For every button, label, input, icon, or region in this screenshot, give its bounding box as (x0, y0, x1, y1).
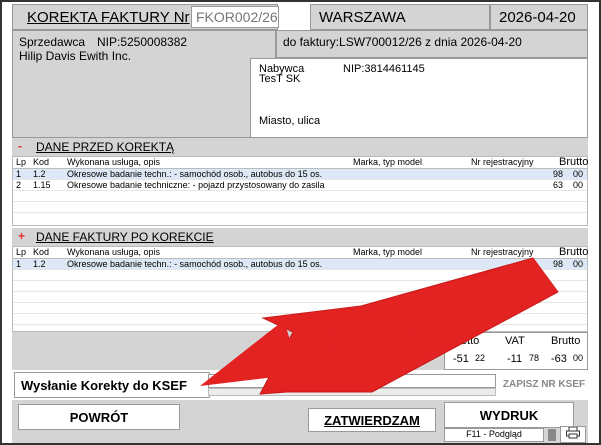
table-row (13, 191, 587, 202)
invoice-date: 2026-04-20 (490, 4, 588, 30)
row-lp: 2 (16, 180, 22, 190)
table-row (13, 303, 587, 314)
row-lp: 1 (16, 259, 22, 269)
seller-nip: NIP:5250008382 (97, 35, 188, 49)
col-rej: Nr rejestracyjny (471, 247, 534, 257)
buyer-address: Miasto, ulica (259, 115, 321, 127)
printer-icon[interactable] (560, 426, 586, 443)
minus-marker: - (18, 139, 22, 153)
col-kod: Kod (33, 157, 50, 167)
row-brutto-gr: 00 (573, 180, 584, 190)
ksef-label: Wysłanie Korekty do KSEF (14, 372, 210, 398)
action-bar: POWRÓT ZATWIERDZAM WYDRUK F11 - Podgląd (12, 400, 588, 443)
scroll-indicator (548, 429, 556, 441)
table-row[interactable]: 2 1.15 Okresowe badanie techniczne: - po… (13, 180, 587, 191)
section-after-header: + DANE FAKTURY PO KOREKCIE (12, 228, 588, 246)
row-kod: 1.2 (33, 169, 46, 179)
invoice-title: KOREKTA FAKTURY Nr (27, 9, 190, 26)
preview-button[interactable]: F11 - Podgląd (444, 428, 544, 442)
buyer-panel: Nabywca NIP:3814461145 TesT SK Miasto, u… (250, 58, 588, 138)
row-opis: Okresowe badanie techn.: - samochód osob… (67, 259, 323, 269)
table-row[interactable]: 1 1.2 Okresowe badanie techn.: - samochó… (13, 169, 587, 180)
row-brutto-zl: 63 (553, 180, 564, 190)
vat-gr: 78 (529, 353, 540, 363)
row-brutto-gr: 00 (573, 259, 584, 269)
invoice-city: WARSZAWA (310, 4, 490, 30)
table-row (13, 292, 587, 303)
brutto-zl: -63 (551, 353, 567, 365)
netto-zl: -51 (453, 353, 469, 365)
col-brutto: Brutto (559, 156, 589, 168)
back-button[interactable]: POWRÓT (18, 404, 180, 430)
ksef-number-input[interactable] (208, 374, 496, 388)
row-brutto-zl: 98 (553, 169, 564, 179)
row-brutto-gr: 00 (573, 169, 584, 179)
netto-label: Netto (453, 335, 480, 347)
items-before-table: Lp Kod Wykonana usługa, opis Marka, typ … (12, 156, 588, 226)
print-button[interactable]: WYDRUK (444, 402, 574, 428)
vat-label: VAT (505, 335, 525, 347)
table-row (13, 281, 587, 292)
ksef-panel: Wysłanie Korekty do KSEF ZAPISZ NR KSEF (12, 372, 588, 398)
confirm-button[interactable]: ZATWIERDZAM (308, 408, 436, 432)
row-kod: 1.15 (33, 180, 51, 190)
col-lp: Lp (16, 247, 27, 257)
invoice-title-bar: KOREKTA FAKTURY Nr FKOR002/26 (12, 4, 279, 30)
table-header: Lp Kod Wykonana usługa, opis Marka, typ … (13, 246, 589, 259)
col-kod: Kod (33, 247, 50, 257)
col-opis: Wykonana usługa, opis (67, 157, 160, 167)
invoice-number-field[interactable]: FKOR002/26 (191, 6, 279, 28)
items-after-table: Lp Kod Wykonana usługa, opis Marka, typ … (12, 246, 588, 332)
brutto-gr: 00 (573, 353, 584, 363)
totals-box: Netto VAT Brutto -51 22 -11 78 -63 00 (444, 332, 588, 370)
row-opis: Okresowe badanie techniczne: - pojazd pr… (67, 180, 325, 190)
table-header: Lp Kod Wykonana usługa, opis Marka, typ … (13, 156, 589, 169)
save-ksef-button[interactable]: ZAPISZ NR KSEF (500, 374, 588, 396)
plus-marker: + (18, 229, 26, 243)
row-lp: 1 (16, 169, 22, 179)
section-before-title: DANE PRZED KOREKTĄ (36, 140, 175, 154)
seller-name: Hilip Davis Ewith Inc. (19, 49, 132, 63)
buyer-name: TesT SK (259, 73, 301, 85)
table-row[interactable]: 1 1.2 Okresowe badanie techn.: - samochó… (13, 259, 587, 270)
buyer-nip: NIP:3814461145 (343, 63, 425, 75)
ksef-status-field (208, 388, 496, 396)
table-row (13, 202, 587, 213)
table-row (13, 314, 587, 325)
col-opis: Wykonana usługa, opis (67, 247, 160, 257)
col-marka: Marka, typ model (353, 247, 423, 257)
col-brutto: Brutto (559, 246, 589, 258)
section-before-header: - DANE PRZED KOREKTĄ (12, 138, 588, 156)
totals-panel: Netto VAT Brutto -51 22 -11 78 -63 00 (12, 332, 588, 370)
original-invoice-reference: do faktury:LSW700012/26 z dnia 2026-04-2… (276, 30, 588, 58)
row-brutto-zl: 98 (553, 259, 564, 269)
col-marka: Marka, typ model (353, 157, 423, 167)
brutto-label: Brutto (551, 335, 581, 347)
col-lp: Lp (16, 157, 27, 167)
seller-panel: Sprzedawca NIP:5250008382 Hilip Davis Ew… (12, 30, 276, 138)
netto-gr: 22 (475, 353, 486, 363)
section-after-title: DANE FAKTURY PO KOREKCIE (36, 230, 214, 244)
row-opis: Okresowe badanie techn.: - samochód osob… (67, 169, 323, 179)
col-rej: Nr rejestracyjny (471, 157, 534, 167)
table-row (13, 270, 587, 281)
vat-zl: -11 (507, 353, 523, 365)
seller-label: Sprzedawca (19, 35, 86, 49)
row-kod: 1.2 (33, 259, 46, 269)
